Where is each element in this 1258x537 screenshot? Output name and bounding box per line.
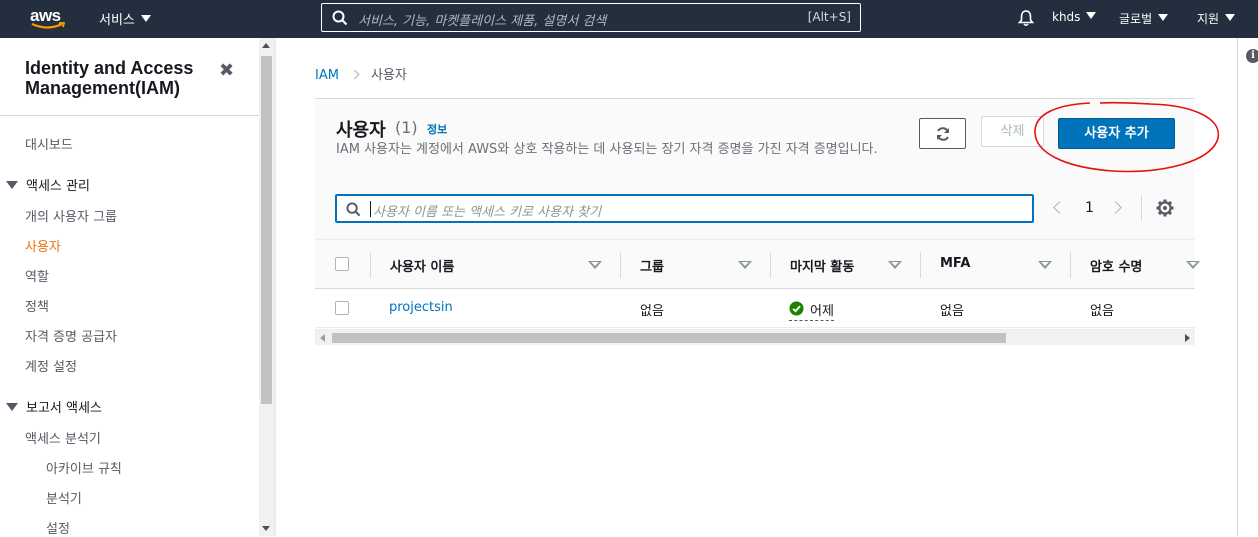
sidebar-section-label: 액세스 관리 <box>26 179 90 194</box>
caret-down-icon <box>1225 14 1236 21</box>
breadcrumb-iam-link[interactable]: IAM <box>315 68 339 83</box>
column-header-username[interactable]: 사용자 이름 <box>390 256 454 275</box>
global-search-placeholder: 서비스, 기능, 마켓플레이스 제품, 설명서 검색 <box>358 14 607 29</box>
sidebar: Identity and Access Management(IAM) ✖ 대시… <box>0 38 259 537</box>
support-menu-button[interactable]: 지원 <box>1197 10 1236 27</box>
region-label: 글로벌 <box>1119 12 1153 26</box>
column-header-groups[interactable]: 그룹 <box>640 256 664 275</box>
sidebar-item-policies[interactable]: 정책 <box>25 296 49 315</box>
users-panel: 사용자 (1) 정보 IAM 사용자는 계정에서 AWS와 상호 작용하는 데 … <box>315 99 1200 346</box>
account-menu-button[interactable]: khds <box>1052 10 1097 24</box>
add-user-button[interactable]: 사용자 추가 <box>1058 118 1175 149</box>
sort-icon[interactable] <box>588 261 602 269</box>
help-panel-edge <box>1237 38 1238 536</box>
column-divider <box>620 252 621 278</box>
services-menu-button[interactable]: 서비스 <box>99 9 151 28</box>
account-label: khds <box>1052 10 1081 24</box>
scrollbar-thumb[interactable] <box>332 333 1006 343</box>
column-divider <box>920 252 921 278</box>
panel-description: IAM 사용자는 계정에서 AWS와 상호 작용하는 데 사용되는 장기 자격 … <box>336 142 878 157</box>
sidebar-divider <box>0 115 259 116</box>
region-menu-button[interactable]: 글로벌 <box>1119 10 1169 27</box>
sort-icon[interactable] <box>738 261 752 269</box>
column-header-password-age[interactable]: 암호 수명 <box>1090 256 1142 275</box>
column-divider <box>770 252 771 278</box>
close-icon[interactable]: ✖ <box>219 60 234 81</box>
sort-icon[interactable] <box>888 261 902 269</box>
gear-icon[interactable] <box>1156 199 1174 217</box>
username-link[interactable]: projectsin <box>389 300 453 315</box>
bell-icon[interactable] <box>1017 9 1035 27</box>
search-shortcut-hint: [Alt+S] <box>807 10 851 24</box>
column-divider <box>1070 252 1071 278</box>
sidebar-item-identity-providers[interactable]: 자격 증명 공급자 <box>25 326 117 345</box>
sidebar-edge <box>274 38 276 536</box>
groups-cell: 없음 <box>640 304 664 319</box>
column-divider <box>370 252 371 278</box>
caret-down-icon <box>6 403 18 411</box>
column-header-last-activity[interactable]: 마지막 활동 <box>790 256 854 275</box>
search-icon <box>332 10 348 26</box>
support-label: 지원 <box>1197 12 1220 26</box>
table-horizontal-scrollbar[interactable] <box>315 329 1195 345</box>
mfa-cell: 없음 <box>940 304 964 319</box>
select-all-checkbox[interactable] <box>335 257 349 271</box>
top-nav-bar: aws 서비스 서비스, 기능, 마켓플레이스 제품, 설명서 검색 [Alt+… <box>0 0 1258 38</box>
sidebar-scrollbar[interactable] <box>259 38 274 536</box>
password-age-cell: 없음 <box>1090 304 1114 319</box>
last-activity-cell[interactable]: 어제 <box>789 300 834 321</box>
refresh-icon <box>936 127 949 141</box>
caret-down-icon <box>1086 12 1097 19</box>
sidebar-item-dashboard[interactable]: 대시보드 <box>25 134 73 153</box>
scroll-up-arrow-icon[interactable] <box>262 43 270 48</box>
page-number[interactable]: 1 <box>1085 200 1094 216</box>
breadcrumb-current: 사용자 <box>370 68 407 83</box>
user-search-input[interactable]: 사용자 이름 또는 액세스 키로 사용자 찾기 <box>335 194 1034 223</box>
breadcrumb: IAM 사용자 <box>315 64 407 83</box>
global-search-input[interactable]: 서비스, 기능, 마켓플레이스 제품, 설명서 검색 [Alt+S] <box>321 3 861 32</box>
sidebar-section-access-reports[interactable]: 보고서 액세스 <box>6 397 102 416</box>
pager-divider <box>1141 195 1142 221</box>
row-checkbox[interactable] <box>335 301 349 315</box>
sort-icon[interactable] <box>1038 261 1052 269</box>
page-title: 사용자 <box>336 120 386 140</box>
sidebar-item-users[interactable]: 사용자 <box>25 236 61 255</box>
user-search-placeholder: 사용자 이름 또는 액세스 키로 사용자 찾기 <box>373 205 602 220</box>
sidebar-item-access-analyzer[interactable]: 액세스 분석기 <box>25 428 101 447</box>
chevron-right-icon <box>349 69 360 80</box>
sidebar-item-user-groups[interactable]: 개의 사용자 그룹 <box>25 206 117 225</box>
aws-smile-icon <box>31 22 65 29</box>
sidebar-section-label: 보고서 액세스 <box>26 401 102 416</box>
delete-button[interactable]: 삭제 <box>981 116 1044 147</box>
scroll-left-arrow-icon[interactable] <box>320 334 325 342</box>
text-cursor <box>370 201 371 217</box>
scrollbar-thumb[interactable] <box>261 56 272 404</box>
sidebar-section-access-management[interactable]: 액세스 관리 <box>6 175 90 194</box>
search-icon <box>346 202 361 217</box>
info-link[interactable]: 정보 <box>427 121 447 137</box>
caret-down-icon <box>1158 14 1169 21</box>
user-count: (1) <box>395 118 418 137</box>
sort-icon[interactable] <box>1186 261 1200 269</box>
table-row: projectsin 없음 어제 없음 없음 <box>315 289 1195 328</box>
sidebar-item-account-settings[interactable]: 계정 설정 <box>25 356 77 375</box>
sidebar-item-archive-rules[interactable]: 아카이브 규칙 <box>46 458 122 477</box>
refresh-button[interactable] <box>919 118 966 149</box>
caret-down-icon <box>140 15 151 22</box>
aws-logo[interactable]: aws <box>30 6 66 32</box>
table-header: 사용자 이름 그룹 마지막 활동 MFA 암호 수명 <box>315 239 1200 289</box>
sidebar-item-settings[interactable]: 설정 <box>46 518 70 537</box>
info-icon[interactable]: i <box>1246 49 1258 63</box>
services-label: 서비스 <box>99 13 135 28</box>
scroll-down-arrow-icon[interactable] <box>262 526 270 531</box>
sidebar-item-roles[interactable]: 역할 <box>25 266 49 285</box>
column-header-mfa[interactable]: MFA <box>940 256 970 271</box>
caret-down-icon <box>6 181 18 189</box>
sidebar-item-analyzers[interactable]: 분석기 <box>46 488 82 507</box>
scroll-right-arrow-icon[interactable] <box>1185 334 1190 342</box>
last-activity-text: 어제 <box>810 304 834 319</box>
sidebar-title: Identity and Access Management(IAM) <box>25 58 194 98</box>
